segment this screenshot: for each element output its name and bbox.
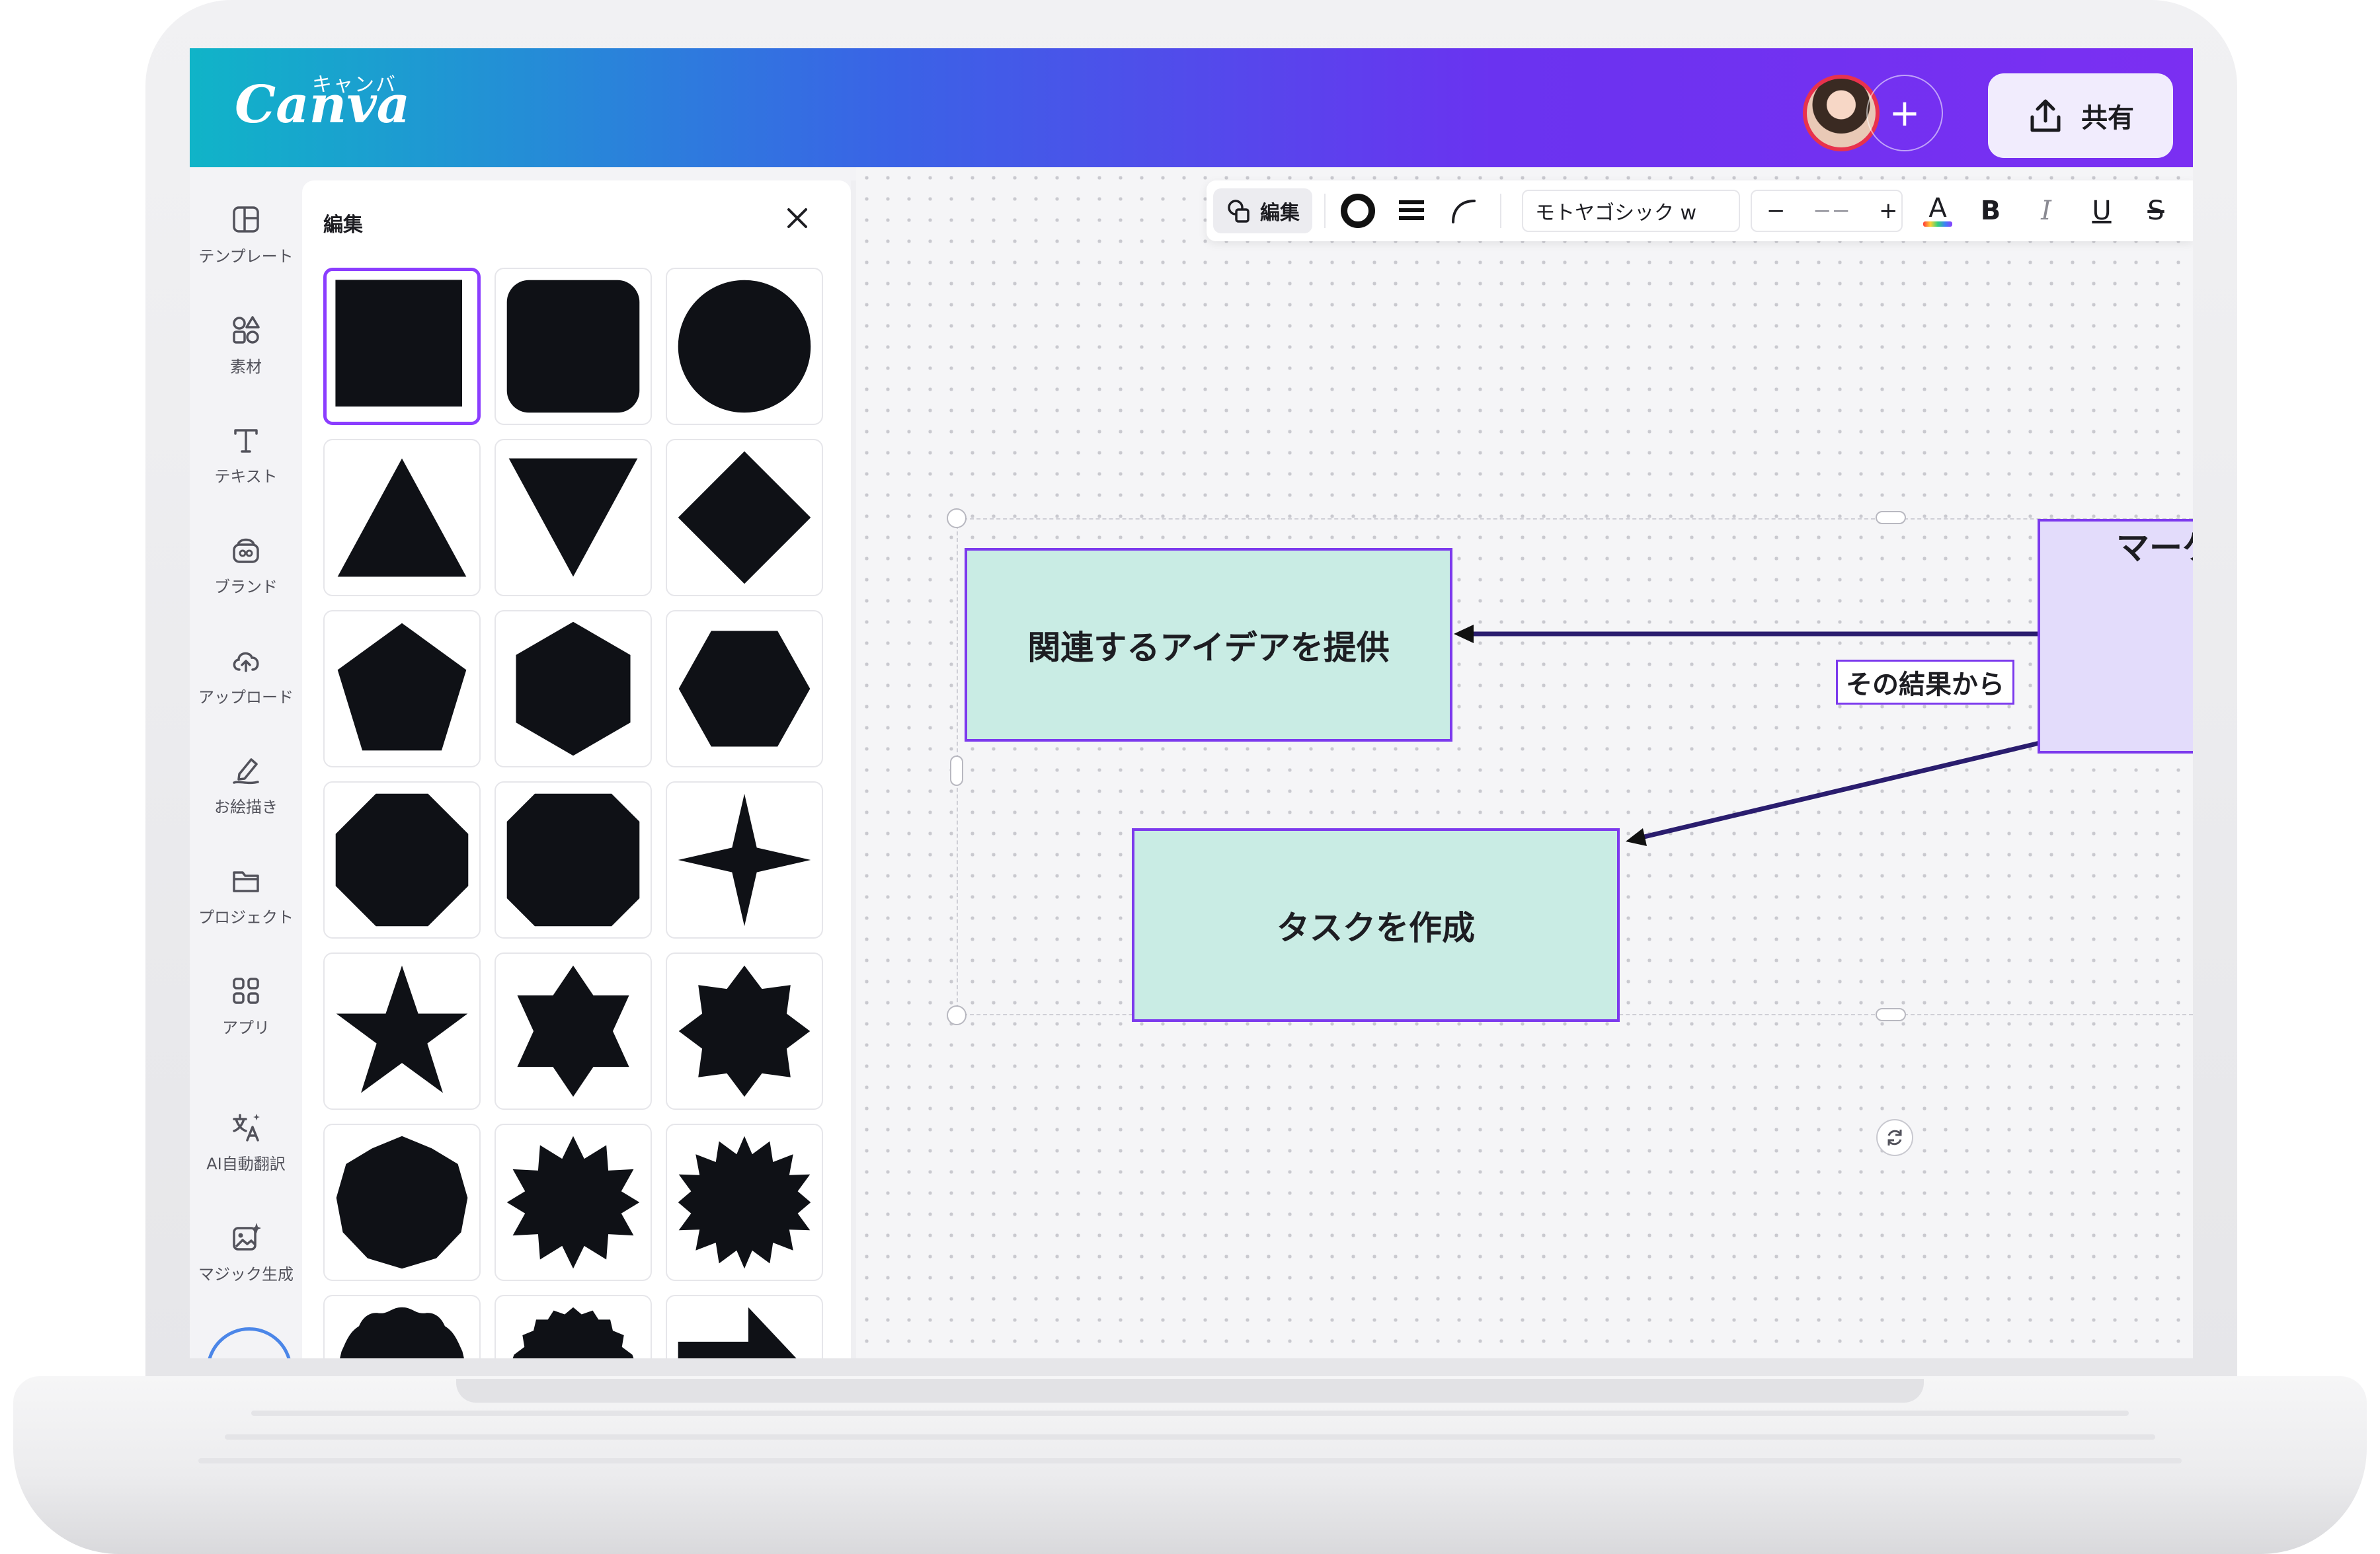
text-color-swatch xyxy=(1923,221,1952,227)
toolbar-underline[interactable]: U xyxy=(2084,194,2119,228)
font-selector[interactable]: モトヤゴシック w xyxy=(1522,190,1740,232)
toolbar-italic[interactable]: I xyxy=(2029,194,2063,228)
toolbar-corner-radius[interactable] xyxy=(1446,194,1480,228)
font-size-decrease[interactable]: − xyxy=(1766,198,1786,224)
rotate-icon xyxy=(1887,1130,1902,1146)
node-marketing-label: マーケ xyxy=(2116,529,2193,567)
context-toolbar: 編集 モトヤゴシック w − −− + A B I U S xyxy=(1207,180,2193,241)
font-size-value[interactable]: −− xyxy=(1813,198,1850,224)
screen: キャンバ Canva + 共有 テンプレート 素材 テキスト ブランド アップロ… xyxy=(190,48,2193,1358)
toolbar-bold[interactable]: B xyxy=(1973,194,2008,228)
toolbar-edit-label: 編集 xyxy=(1260,202,1300,225)
laptop-hinge xyxy=(456,1379,1924,1403)
arrowhead-icon xyxy=(1626,828,1647,846)
shapes-icon xyxy=(1228,200,1250,223)
font-size-increase[interactable]: + xyxy=(1879,198,1898,224)
laptop-base xyxy=(13,1376,2367,1554)
corner-radius-icon xyxy=(1452,200,1476,223)
connector-label[interactable]: その結果から xyxy=(1836,660,2014,705)
node-provide-ideas[interactable]: 関連するアイデアを提供 xyxy=(965,548,1452,742)
keyboard-row xyxy=(251,1411,2129,1416)
text-color-letter: A xyxy=(1928,193,1947,223)
toolbar-fill-color[interactable] xyxy=(1339,194,1377,228)
node-marketing[interactable]: マーケ xyxy=(2038,519,2193,754)
arrowhead-icon xyxy=(1454,625,1474,643)
border-lines-icon xyxy=(1399,200,1424,220)
toolbar-divider xyxy=(1500,194,1501,228)
toolbar-border-style[interactable] xyxy=(1394,194,1429,228)
node-create-task[interactable]: タスクを作成 xyxy=(1132,828,1620,1022)
toolbar-divider xyxy=(1324,194,1326,228)
fill-circle-icon xyxy=(1341,194,1375,228)
rotate-handle[interactable] xyxy=(1876,1119,1913,1156)
keyboard-row xyxy=(225,1434,2155,1440)
toolbar-edit-button[interactable]: 編集 xyxy=(1213,188,1312,233)
toolbar-text-color[interactable]: A xyxy=(1921,194,1955,228)
font-size-stepper[interactable]: − −− + xyxy=(1751,190,1903,232)
keyboard-row xyxy=(198,1458,2182,1463)
toolbar-strikethrough[interactable]: S xyxy=(2139,194,2173,228)
